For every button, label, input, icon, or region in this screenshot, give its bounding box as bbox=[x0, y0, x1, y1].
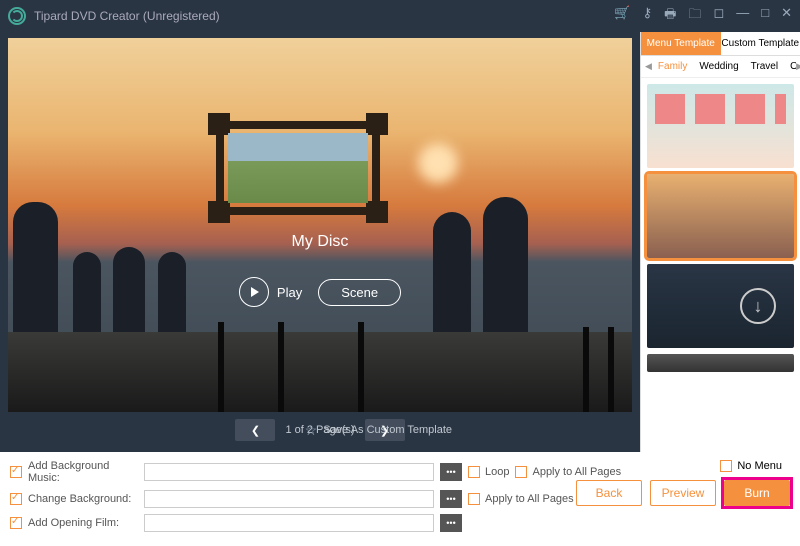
pager: ❮ 1 of 2 Page(s) ❯ ☆ Save As Custom Temp… bbox=[8, 412, 632, 448]
music-label: Add Background Music: bbox=[28, 460, 138, 484]
no-menu-checkbox[interactable] bbox=[720, 460, 732, 472]
download-icon: ↓ bbox=[740, 288, 776, 324]
star-icon: ☆ bbox=[305, 422, 318, 439]
maximize-icon[interactable]: □ bbox=[761, 5, 769, 27]
menu-preview: My Disc Play Scene bbox=[8, 38, 632, 412]
cat-next-icon[interactable]: ▶ bbox=[796, 61, 800, 72]
music-input[interactable] bbox=[144, 463, 434, 481]
bg-label: Change Background: bbox=[28, 493, 138, 505]
template-thumb-3[interactable]: ↓ bbox=[647, 264, 794, 348]
no-menu-label: No Menu bbox=[737, 460, 782, 472]
key-icon[interactable]: ⚷ bbox=[643, 5, 653, 27]
app-logo bbox=[8, 7, 26, 25]
play-icon bbox=[239, 277, 269, 307]
back-button[interactable]: Back bbox=[576, 480, 642, 506]
cart-icon[interactable]: 🛒 bbox=[614, 5, 630, 27]
music-checkbox[interactable] bbox=[10, 466, 22, 478]
video-thumbnail bbox=[228, 133, 368, 203]
film-input[interactable] bbox=[144, 514, 434, 532]
music-apply-label: Apply to All Pages bbox=[532, 466, 621, 478]
template-thumb-4[interactable] bbox=[647, 354, 794, 372]
cat-travel[interactable]: Travel bbox=[745, 61, 784, 72]
play-label: Play bbox=[277, 285, 302, 300]
app-title: Tipard DVD Creator (Unregistered) bbox=[34, 9, 614, 23]
film-label: Add Opening Film: bbox=[28, 517, 138, 529]
template-thumb-2[interactable] bbox=[647, 174, 794, 258]
screen-icon[interactable]: ◻ bbox=[713, 5, 724, 27]
tab-menu-template[interactable]: Menu Template bbox=[641, 32, 721, 55]
tab-custom-template[interactable]: Custom Template bbox=[721, 32, 800, 55]
save-template-button[interactable]: Save As Custom Template bbox=[323, 424, 452, 436]
bg-input[interactable] bbox=[144, 490, 434, 508]
bg-checkbox[interactable] bbox=[10, 493, 22, 505]
music-browse-button[interactable]: ••• bbox=[440, 463, 462, 481]
bg-apply-label: Apply to All Pages bbox=[485, 493, 574, 505]
close-icon[interactable]: ✕ bbox=[781, 5, 792, 27]
preview-button[interactable]: Preview bbox=[650, 480, 716, 506]
music-apply-all-checkbox[interactable] bbox=[515, 466, 527, 478]
bg-apply-all-checkbox[interactable] bbox=[468, 493, 480, 505]
cat-other[interactable]: Other bbox=[784, 61, 796, 72]
titlebar: Tipard DVD Creator (Unregistered) 🛒 ⚷ 🖶 … bbox=[0, 0, 800, 32]
bg-browse-button[interactable]: ••• bbox=[440, 490, 462, 508]
disc-title[interactable]: My Disc bbox=[8, 233, 632, 251]
cat-family[interactable]: Family bbox=[652, 61, 693, 72]
loop-label: Loop bbox=[485, 466, 509, 478]
folder-icon[interactable]: 🗀 bbox=[688, 5, 701, 27]
prev-page-button[interactable]: ❮ bbox=[235, 419, 275, 441]
cat-wedding[interactable]: Wedding bbox=[693, 61, 744, 72]
print-icon[interactable]: 🖶 bbox=[664, 5, 676, 27]
film-checkbox[interactable] bbox=[10, 517, 22, 529]
minimize-icon[interactable]: — bbox=[736, 5, 749, 27]
play-button[interactable]: Play bbox=[239, 277, 302, 307]
highlight-annotation bbox=[721, 477, 793, 509]
loop-checkbox[interactable] bbox=[468, 466, 480, 478]
film-browse-button[interactable]: ••• bbox=[440, 514, 462, 532]
scene-button[interactable]: Scene bbox=[318, 279, 401, 306]
video-frame[interactable] bbox=[208, 113, 388, 223]
cat-prev-icon[interactable]: ◀ bbox=[645, 61, 652, 72]
template-thumb-1[interactable] bbox=[647, 84, 794, 168]
